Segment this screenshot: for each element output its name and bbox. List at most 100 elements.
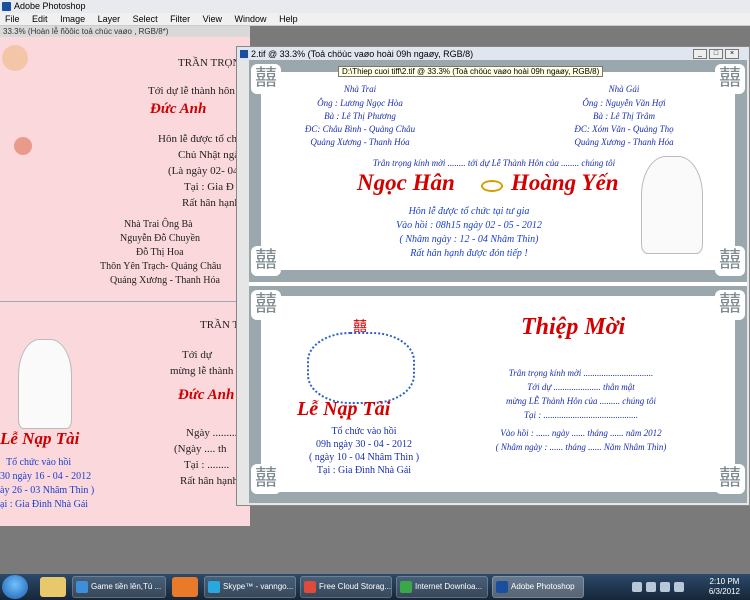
task-game[interactable]: Game tiền lên,Tú ...: [72, 576, 166, 598]
groom-side-line: Ông : Lương Ngọc Hòa: [317, 98, 403, 108]
ceremony-line: ( Nhâm ngày : 12 - 04 Nhâm Thìn): [399, 234, 539, 245]
doc-back-line: (Là ngày 02- 04: [168, 165, 239, 177]
groom-side-label: Nhà Trai: [343, 84, 377, 94]
bride-side-line: Bà : Lê Thị Trâm: [592, 111, 655, 121]
doc-back-line: (Ngày .... th: [174, 443, 227, 455]
ceremony-line: Vào hồi : 08h15 ngày 02 - 05 - 2012: [396, 220, 542, 231]
double-happiness-icon: 囍: [251, 464, 281, 494]
doc-back-line: mừng lễ thành h: [170, 365, 242, 377]
document-title-text: 2.tif @ 33.3% (Toả chöùc vaøo hoài 09h n…: [251, 49, 474, 59]
document-canvas-back[interactable]: TRẦN TRỌNG Tới dự lễ thành hôn c Đức Anh…: [0, 37, 250, 526]
skype-icon: [208, 581, 220, 593]
menu-layer[interactable]: Layer: [93, 13, 126, 26]
menu-select[interactable]: Select: [128, 13, 163, 26]
doc-back-line: Ngày .........: [186, 427, 238, 439]
couple-illustration: [641, 156, 703, 254]
groom-side-line: Quảng Xương - Thanh Hóa: [310, 137, 410, 147]
dragon-phoenix-illustration: [307, 332, 415, 404]
network-icon[interactable]: [660, 582, 670, 592]
doc-back-family: Nguyễn Đỗ Chuyền: [120, 233, 200, 244]
task-label: Adobe Photoshop: [511, 582, 575, 591]
double-happiness-icon: 囍: [715, 290, 745, 320]
couple-illustration: [18, 339, 72, 429]
tray-icon[interactable]: [632, 582, 642, 592]
doc-back-family: Quảng Xương - Thanh Hóa: [110, 275, 220, 286]
doc-back-line: Tại : Gia Đ: [184, 181, 234, 193]
document-canvas-front[interactable]: 囍 囍 囍 囍 Nhà Trai Ông : Lương Ngọc Hòa Bà…: [249, 60, 747, 503]
photoshop-icon: [496, 581, 508, 593]
maximize-button[interactable]: □: [709, 49, 723, 59]
task-skype[interactable]: Skype™ - vanngo...: [204, 576, 296, 598]
explorer-icon[interactable]: [40, 577, 66, 597]
task-label: Skype™ - vanngo...: [223, 582, 294, 591]
document-divider: [0, 301, 250, 302]
double-happiness-icon: 囍: [251, 64, 281, 94]
photoshop-doc-icon: [240, 50, 248, 58]
doc-back-left-line: Tổ chức vào hồi: [6, 457, 72, 468]
doc-back-left-line: 30 ngày 16 - 04 - 2012: [0, 471, 92, 482]
bride-side-line: Ông : Nguyễn Văn Hợi: [582, 98, 666, 108]
doc-back-line: Hôn lễ được tổ ch: [158, 133, 237, 145]
menu-filter[interactable]: Filter: [165, 13, 195, 26]
media-player-icon[interactable]: [172, 577, 198, 597]
groom-side-line: Bà : Lê Thị Phương: [324, 111, 396, 121]
double-happiness-icon: 囍: [715, 464, 745, 494]
bride-side-label: Nhà Gái: [608, 84, 640, 94]
document-path-tooltip: D:\Thiep cuoi tiff\2.tif @ 33.3% (Toả ch…: [338, 66, 604, 77]
invitation-field: Vào hồi : ...... ngày ...... tháng .....…: [500, 428, 662, 438]
ceremony-detail: ( ngày 10 - 04 Nhâm Thìn ): [308, 452, 420, 463]
document-title-front[interactable]: 2.tif @ 33.3% (Toả chöùc vaøo hoài 09h n…: [237, 47, 749, 61]
minimize-button[interactable]: _: [693, 49, 707, 59]
document-window-back[interactable]: 33.3% (Hoàn lễ ñồôic toả chúc vaøo , RGB…: [0, 26, 250, 526]
clock[interactable]: 2:10 PM 6/3/2012: [709, 577, 740, 597]
flower-decoration: [14, 137, 32, 155]
document-title-back[interactable]: 33.3% (Hoàn lễ ñồôic toả chúc vaøo , RGB…: [0, 26, 250, 37]
chrome-icon: [304, 581, 316, 593]
invitation-card-bottom: 囍 囍 囍 囍 囍 Lễ Nạp Tài Tổ chức vào hồi 09h…: [249, 286, 747, 503]
doc-back-left-line: ại : Gia Đình Nhà Gái: [0, 499, 89, 510]
double-happiness-icon: 囍: [715, 64, 745, 94]
invitation-field: Tại : ..................................…: [523, 410, 638, 420]
tray-icon[interactable]: [646, 582, 656, 592]
menu-bar: File Edit Image Layer Select Filter View…: [0, 13, 750, 26]
clock-date: 6/3/2012: [708, 587, 740, 596]
ceremony-detail: Tại : Gia Đình Nhà Gái: [316, 465, 412, 476]
doc-back-line: Rất hân hạnh: [182, 197, 241, 209]
menu-window[interactable]: Window: [230, 13, 272, 26]
bride-side-line: Quảng Xương - Thanh Hóa: [574, 137, 674, 147]
ceremony-line: Hôn lễ được tổ chức tại tư gia: [408, 206, 530, 217]
doc-back-family: Thôn Yên Trạch- Quảng Châu: [100, 261, 222, 272]
double-happiness-icon: 囍: [251, 246, 281, 276]
close-button[interactable]: ×: [725, 49, 739, 59]
invitation-title: Thiệp Mời: [521, 314, 626, 340]
menu-view[interactable]: View: [198, 13, 227, 26]
doc-back-family: Nhà Trai Ông Bà: [124, 219, 193, 230]
task-idm[interactable]: Internet Downloa...: [396, 576, 488, 598]
doc-back-line: Rất hân hạnh: [180, 475, 239, 487]
ceremony-detail: Tổ chức vào hồi: [331, 426, 397, 437]
doc-back-line: Chủ Nhật ngà: [178, 149, 240, 161]
menu-image[interactable]: Image: [55, 13, 90, 26]
menu-file[interactable]: File: [0, 13, 25, 26]
ceremony-title: Lễ Nạp Tài: [297, 398, 391, 420]
volume-icon[interactable]: [674, 582, 684, 592]
task-photoshop[interactable]: Adobe Photoshop: [492, 576, 584, 598]
groom-side-line: ĐC: Châu Bình - Quảng Châu: [304, 124, 416, 134]
ceremony-detail: 09h ngày 30 - 04 - 2012: [315, 439, 413, 450]
doc-back-names: Đức Anh: [150, 101, 207, 117]
doc-back-line: Tới dự lễ thành hôn c: [148, 85, 243, 97]
task-chrome[interactable]: Free Cloud Storag...: [300, 576, 392, 598]
doc-back-left-line: ày 26 - 03 Nhâm Thìn ): [0, 485, 95, 496]
taskbar: Game tiền lên,Tú ... Skype™ - vanngo... …: [0, 574, 750, 600]
task-label: Internet Downloa...: [415, 582, 483, 591]
task-label: Free Cloud Storag...: [319, 582, 392, 591]
menu-help[interactable]: Help: [274, 13, 303, 26]
invitation-card-top: 囍 囍 囍 囍 Nhà Trai Ông : Lương Ngọc Hòa Bà…: [249, 60, 747, 282]
idm-icon: [400, 581, 412, 593]
doc-back-line: TRẦN T: [200, 319, 240, 331]
clock-time: 2:10 PM: [709, 577, 740, 586]
start-orb-icon[interactable]: [2, 575, 28, 599]
groom-name: Ngọc Hân: [357, 170, 455, 195]
menu-edit[interactable]: Edit: [27, 13, 53, 26]
doc-back-line: Tại : ........: [184, 459, 230, 471]
